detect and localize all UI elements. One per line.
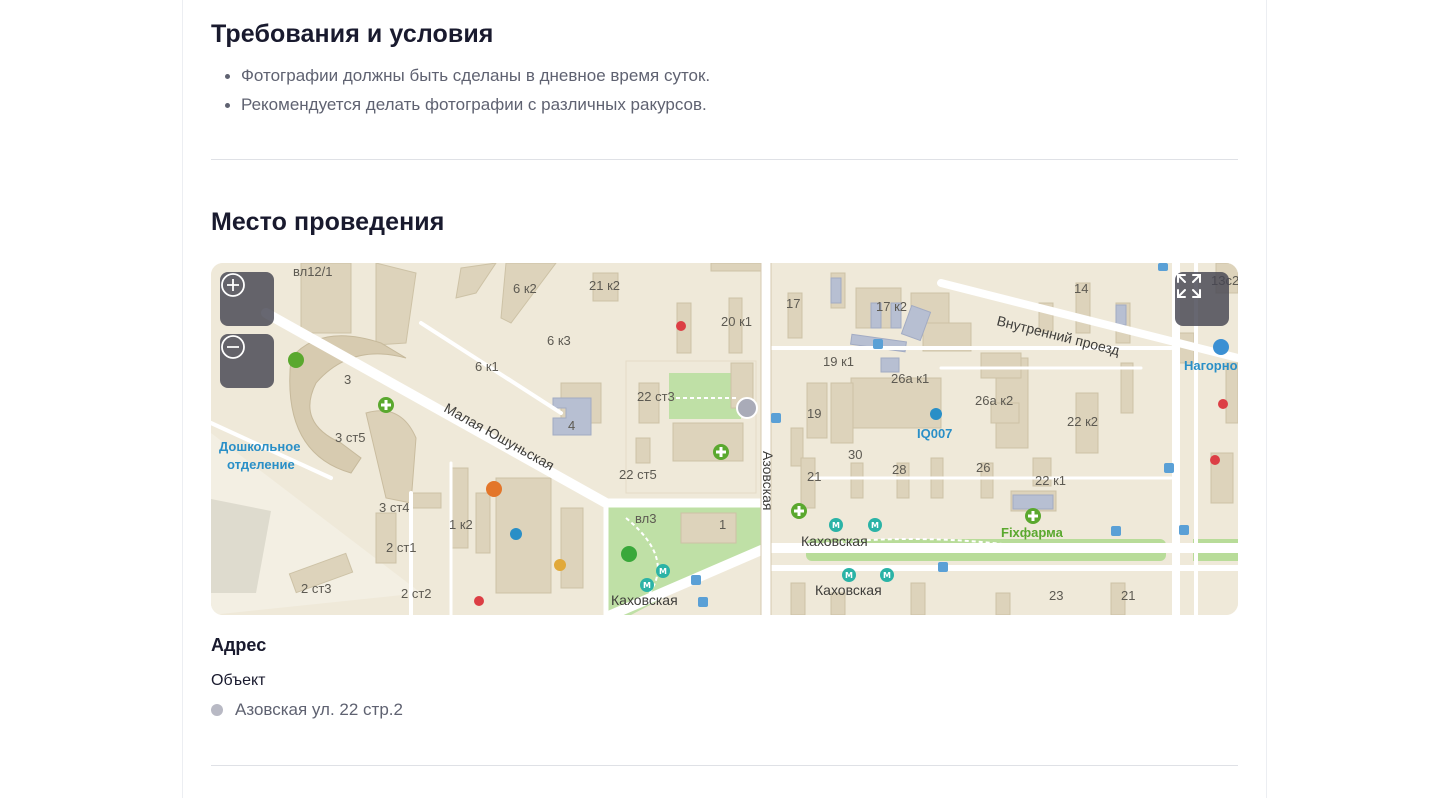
address-row: Азовская ул. 22 стр.2	[211, 700, 403, 720]
svg-text:Азовская: Азовская	[760, 451, 776, 510]
requirements-title: Требования и условия	[211, 20, 494, 48]
divider	[211, 765, 1238, 766]
svg-text:M: M	[643, 581, 651, 590]
svg-text:26а к2: 26а к2	[975, 393, 1013, 408]
zoom-out-icon	[221, 335, 245, 359]
svg-text:21: 21	[807, 469, 821, 484]
svg-text:M: M	[845, 571, 853, 580]
svg-text:22 к2: 22 к2	[1067, 414, 1098, 429]
svg-text:28: 28	[892, 462, 906, 477]
svg-text:Каховская: Каховская	[815, 582, 882, 598]
svg-text:Каховская: Каховская	[801, 533, 868, 549]
svg-text:3 ст4: 3 ст4	[379, 500, 410, 515]
address-value: Азовская ул. 22 стр.2	[235, 700, 403, 719]
requirements-list: Фотографии должны быть сделаны в дневное…	[211, 64, 710, 122]
svg-text:26а к1: 26а к1	[891, 371, 929, 386]
svg-text:2 ст3: 2 ст3	[301, 581, 332, 596]
svg-text:вл3: вл3	[635, 511, 656, 526]
venue-marker[interactable]	[736, 397, 758, 419]
requirement-item: Рекомендуется делать фотографии с различ…	[211, 93, 710, 122]
address-title: Адрес	[211, 635, 267, 655]
fullscreen-button[interactable]	[1175, 272, 1229, 326]
svg-text:Fixфарма: Fixфарма	[1001, 525, 1064, 540]
zoom-in-button[interactable]	[220, 272, 274, 326]
svg-text:17: 17	[786, 296, 800, 311]
svg-text:6 к3: 6 к3	[547, 333, 571, 348]
park	[669, 373, 741, 419]
svg-text:23: 23	[1049, 588, 1063, 603]
svg-text:6 к1: 6 к1	[475, 359, 499, 374]
svg-text:30: 30	[848, 447, 862, 462]
svg-text:6 к2: 6 к2	[513, 281, 537, 296]
venue-title: Место проведения	[211, 208, 445, 236]
svg-text:2 ст1: 2 ст1	[386, 540, 417, 555]
svg-text:17 к2: 17 к2	[876, 299, 907, 314]
location-dot-icon	[211, 704, 223, 716]
requirement-item: Фотографии должны быть сделаны в дневное…	[211, 64, 710, 93]
svg-text:вл12/1: вл12/1	[293, 264, 333, 279]
svg-text:отделение: отделение	[227, 457, 295, 472]
fullscreen-icon	[1177, 274, 1201, 298]
svg-text:3 ст5: 3 ст5	[335, 430, 366, 445]
svg-text:1 к2: 1 к2	[449, 517, 473, 532]
object-label: Объект	[211, 672, 266, 689]
svg-text:26: 26	[976, 460, 990, 475]
svg-text:22 ст5: 22 ст5	[619, 467, 657, 482]
svg-text:21: 21	[1121, 588, 1135, 603]
svg-text:IQ007: IQ007	[917, 426, 952, 441]
svg-text:M: M	[871, 521, 879, 530]
svg-text:14: 14	[1074, 281, 1088, 296]
svg-text:4: 4	[568, 418, 575, 433]
svg-text:19: 19	[807, 406, 821, 421]
svg-text:M: M	[659, 567, 667, 576]
svg-text:M: M	[883, 571, 891, 580]
svg-text:22 ст3: 22 ст3	[637, 389, 675, 404]
svg-text:21 к2: 21 к2	[589, 278, 620, 293]
svg-text:22 к1: 22 к1	[1035, 473, 1066, 488]
svg-text:Дошкольное: Дошкольное	[219, 439, 300, 454]
svg-text:2 ст2: 2 ст2	[401, 586, 432, 601]
zoom-in-icon	[221, 273, 245, 297]
content-card: Требования и условия Фотографии должны б…	[182, 0, 1267, 798]
svg-text:Каховская: Каховская	[611, 592, 678, 608]
svg-text:3: 3	[344, 372, 351, 387]
svg-text:19 к1: 19 к1	[823, 354, 854, 369]
venue-map[interactable]: MM MM MM вл12/1 6 к2 21 к2 20 к1 17 17 к…	[211, 263, 1238, 615]
zoom-out-button[interactable]	[220, 334, 274, 388]
svg-text:20 к1: 20 к1	[721, 314, 752, 329]
svg-text:Нагорно: Нагорно	[1184, 358, 1238, 373]
svg-text:M: M	[832, 521, 840, 530]
divider	[211, 159, 1238, 160]
map-canvas[interactable]: MM MM MM вл12/1 6 к2 21 к2 20 к1 17 17 к…	[211, 263, 1238, 615]
svg-text:1: 1	[719, 517, 726, 532]
